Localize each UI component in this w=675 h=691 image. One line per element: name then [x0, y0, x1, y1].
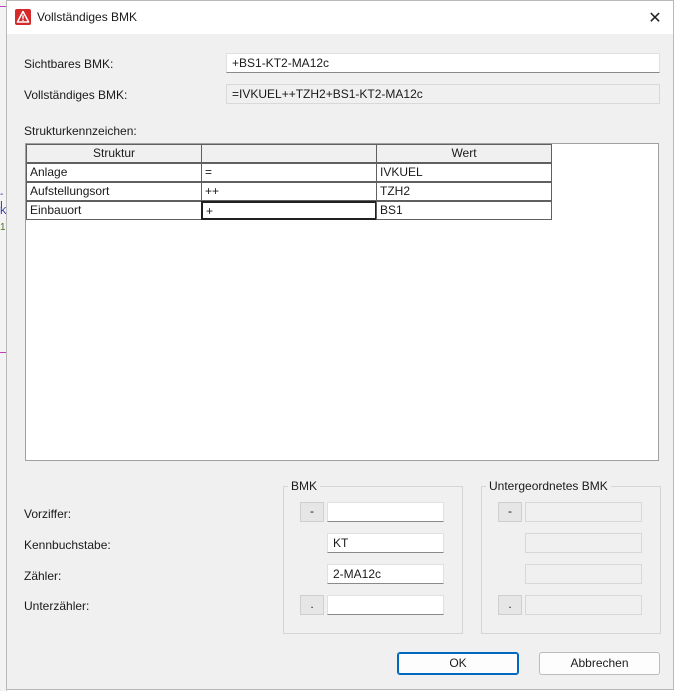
sub-zaehler-input	[525, 564, 642, 584]
grid-header-row: Struktur Wert	[26, 144, 552, 163]
sub-unterzaehler-input	[525, 595, 642, 615]
vorziffer-label: Vorziffer:	[24, 507, 72, 521]
cell-struktur[interactable]: Einbauort	[26, 201, 202, 220]
close-icon: ✕	[648, 9, 662, 27]
zaehler-input[interactable]: 2-MA12c	[327, 564, 444, 584]
table-row[interactable]: Anlage = IVKUEL	[26, 163, 552, 182]
sichtbares-bmk-label: Sichtbares BMK:	[24, 57, 114, 71]
bmk-group-title: BMK	[288, 479, 321, 493]
warning-app-icon	[15, 9, 31, 25]
ok-button[interactable]: OK	[397, 652, 519, 675]
unterzaehler-input[interactable]	[327, 595, 444, 615]
strukturkennzeichen-label: Strukturkennzeichen:	[24, 124, 137, 138]
zaehler-label: Zähler:	[24, 569, 62, 583]
sub-vorziffer-input	[525, 502, 642, 522]
close-button[interactable]: ✕	[637, 1, 673, 34]
dialog-vollstaendiges-bmk: Vollständiges BMK ✕ Sichtbares BMK: +BS1…	[6, 0, 674, 690]
column-header-zeichen[interactable]	[201, 144, 377, 163]
cell-zeichen[interactable]: ++	[201, 182, 377, 201]
table-row[interactable]: Einbauort + BS1	[26, 201, 552, 220]
struktur-grid[interactable]: Struktur Wert Anlage = IVKUEL Aufstellun…	[25, 143, 659, 461]
table-row[interactable]: Aufstellungsort ++ TZH2	[26, 182, 552, 201]
kennbuchstabe-label: Kennbuchstabe:	[24, 538, 111, 552]
sub-unterzaehler-prefix-button[interactable]: .	[498, 595, 522, 615]
cell-zeichen[interactable]: =	[201, 163, 377, 182]
column-header-wert[interactable]: Wert	[376, 144, 552, 163]
cell-struktur[interactable]: Anlage	[26, 163, 202, 182]
vollstaendiges-bmk-label: Vollständiges BMK:	[24, 88, 128, 102]
sub-vorziffer-prefix-button[interactable]: -	[498, 502, 522, 522]
cell-wert[interactable]: TZH2	[376, 182, 552, 201]
title-bar: Vollständiges BMK ✕	[7, 1, 673, 34]
sub-kennbuchstabe-input	[525, 533, 642, 553]
cell-struktur[interactable]: Aufstellungsort	[26, 182, 202, 201]
vorziffer-input[interactable]	[327, 502, 444, 522]
unterzaehler-label: Unterzähler:	[24, 599, 90, 613]
cancel-button[interactable]: Abbrechen	[539, 652, 660, 675]
vollstaendiges-bmk-field: =IVKUEL++TZH2+BS1-KT2-MA12c	[226, 84, 660, 104]
untergeordnetes-bmk-group-title: Untergeordnetes BMK	[486, 479, 611, 493]
cell-wert[interactable]: IVKUEL	[376, 163, 552, 182]
cell-zeichen-selected[interactable]: +	[201, 201, 377, 220]
sichtbares-bmk-input[interactable]: +BS1-KT2-MA12c	[226, 53, 660, 73]
window-title: Vollständiges BMK	[37, 10, 138, 24]
vorziffer-prefix-button[interactable]: -	[300, 502, 324, 522]
kennbuchstabe-input[interactable]: KT	[327, 533, 444, 553]
column-header-struktur[interactable]: Struktur	[26, 144, 202, 163]
cell-wert[interactable]: BS1	[376, 201, 552, 220]
unterzaehler-prefix-button[interactable]: .	[300, 595, 324, 615]
